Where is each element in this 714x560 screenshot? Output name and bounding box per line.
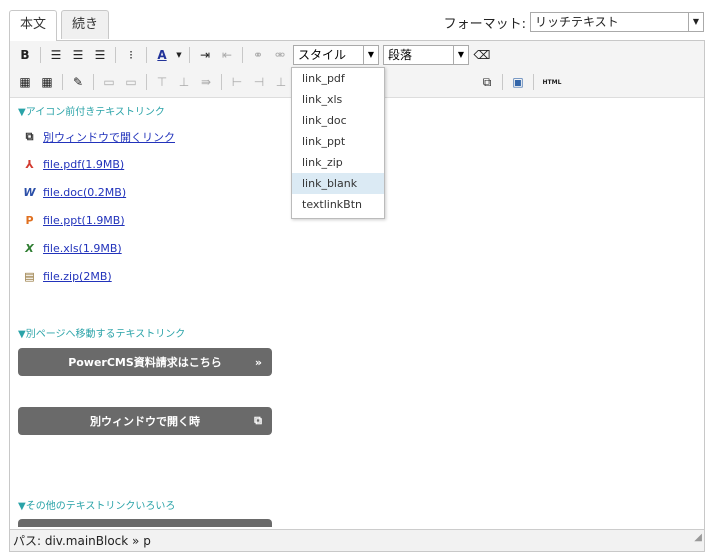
window-icon: ⧉ xyxy=(25,130,34,143)
unlink-icon[interactable]: ⚮ xyxy=(271,46,289,64)
style-select[interactable]: スタイル ▼ xyxy=(293,45,379,65)
toolbar-divider xyxy=(40,47,41,63)
table-props-icon[interactable]: ▭ xyxy=(122,73,140,91)
delete-row-icon[interactable]: ⇛ xyxy=(197,73,215,91)
menu-item-link-doc[interactable]: link_doc xyxy=(292,110,384,131)
toolbar-divider xyxy=(146,47,147,63)
list-item: X file.xls(1.9MB) xyxy=(22,241,122,256)
toolbar-divider xyxy=(221,74,222,90)
window-icon: ⧉ xyxy=(254,414,262,427)
list-item: ⅄ file.pdf(1.9MB) xyxy=(22,157,124,172)
powerpoint-icon: P xyxy=(25,214,34,227)
bullet-list-icon[interactable]: ⁝ xyxy=(122,46,140,64)
editor-tabs: 本文 続き xyxy=(9,10,113,41)
block-select-value: 段落 xyxy=(388,48,413,62)
button-label: 別ウィンドウで開く時 xyxy=(90,415,200,428)
path-status-bar: パス: div.mainBlock » p ◢ xyxy=(10,529,704,551)
double-chevron-right-icon: » xyxy=(254,355,262,369)
chevron-down-icon: ▼ xyxy=(688,13,703,31)
format-label: フォーマット: xyxy=(443,16,526,32)
link-doc[interactable]: file.doc(0.2MB) xyxy=(43,186,126,199)
pdf-icon: ⅄ xyxy=(25,158,34,171)
insert-media-icon[interactable]: ⧉ xyxy=(478,73,496,91)
toolbar-divider xyxy=(502,74,503,90)
toolbar-divider xyxy=(533,74,534,90)
list-item: ▤ file.zip(2MB) xyxy=(22,269,112,284)
align-left-icon[interactable]: ☰ xyxy=(47,46,65,64)
block-format-select[interactable]: 段落 ▼ xyxy=(383,45,469,65)
text-color-icon[interactable]: A xyxy=(153,46,171,64)
excel-icon: X xyxy=(25,242,34,255)
new-window-button[interactable]: 別ウィンドウで開く時 ⧉ xyxy=(18,407,272,435)
html-source-button[interactable]: HTML xyxy=(540,73,564,91)
partial-button[interactable] xyxy=(18,519,272,527)
toolbar-divider xyxy=(242,47,243,63)
link-pdf[interactable]: file.pdf(1.9MB) xyxy=(43,158,124,171)
list-item: W file.doc(0.2MB) xyxy=(22,185,126,200)
link-ppt[interactable]: file.ppt(1.9MB) xyxy=(43,214,125,227)
toolbar-divider xyxy=(189,47,190,63)
outdent-icon[interactable]: ⇤ xyxy=(218,46,236,64)
menu-item-textlinkbtn[interactable]: textlinkBtn xyxy=(292,194,384,215)
toolbar-divider xyxy=(93,74,94,90)
toolbar-divider xyxy=(115,47,116,63)
menu-item-link-zip[interactable]: link_zip xyxy=(292,152,384,173)
table-icon[interactable]: ▭ xyxy=(100,73,118,91)
indent-icon[interactable]: ⇥ xyxy=(196,46,214,64)
paste-word-icon[interactable]: ▦ xyxy=(38,73,56,91)
powercms-request-button[interactable]: PowerCMS資料請求はこちら » xyxy=(18,348,272,376)
bold-button[interactable]: B xyxy=(16,46,34,64)
menu-item-link-pdf[interactable]: link_pdf xyxy=(292,68,384,89)
link-zip[interactable]: file.zip(2MB) xyxy=(43,270,112,283)
tab-body[interactable]: 本文 xyxy=(9,10,58,41)
link-xls[interactable]: file.xls(1.9MB) xyxy=(43,242,122,255)
align-right-icon[interactable]: ☰ xyxy=(91,46,109,64)
paste-text-icon[interactable]: ▦ xyxy=(16,73,34,91)
chevron-down-icon: ▼ xyxy=(453,46,468,64)
section-title-other-links: ▼その他のテキストリンクいろいろ xyxy=(18,501,176,512)
align-center-icon[interactable]: ☰ xyxy=(69,46,87,64)
link-new-window[interactable]: 別ウィンドウで開くリンク xyxy=(43,129,175,145)
edit-icon[interactable]: ✎ xyxy=(69,73,87,91)
word-icon: W xyxy=(23,186,36,199)
list-item: P file.ppt(1.9MB) xyxy=(22,213,125,228)
toolbar-divider xyxy=(146,74,147,90)
chevron-down-icon: ▼ xyxy=(363,46,378,64)
menu-item-link-ppt[interactable]: link_ppt xyxy=(292,131,384,152)
format-select[interactable]: リッチテキスト ▼ xyxy=(530,12,704,32)
toolbar-divider xyxy=(62,74,63,90)
fullscreen-icon[interactable]: ▣ xyxy=(509,73,527,91)
zip-icon: ▤ xyxy=(24,270,35,283)
style-dropdown-menu: link_pdf link_xls link_doc link_ppt link… xyxy=(291,67,385,219)
list-item: ⧉ 別ウィンドウで開くリンク xyxy=(22,129,175,145)
eraser-icon[interactable]: ⌫ xyxy=(473,46,491,64)
row-before-icon[interactable]: ⊤ xyxy=(153,73,171,91)
tab-more[interactable]: 続き xyxy=(61,10,110,39)
delete-col-icon[interactable]: ⊥ xyxy=(272,73,290,91)
section-title-icon-links: ▼アイコン前付きテキストリンク xyxy=(18,107,165,118)
section-title-page-links: ▼別ページへ移動するテキストリンク xyxy=(18,329,186,340)
row-after-icon[interactable]: ⊥ xyxy=(175,73,193,91)
format-select-value: リッチテキスト xyxy=(535,15,619,29)
link-icon[interactable]: ⚭ xyxy=(249,46,267,64)
menu-item-link-blank[interactable]: link_blank xyxy=(292,173,384,194)
menu-item-link-xls[interactable]: link_xls xyxy=(292,89,384,110)
button-label: PowerCMS資料請求はこちら xyxy=(68,356,222,369)
style-select-value: スタイル xyxy=(298,48,347,62)
format-control: フォーマット: リッチテキスト ▼ xyxy=(444,12,704,32)
col-after-icon[interactable]: ⊣ xyxy=(250,73,268,91)
chevron-down-icon[interactable]: ▼ xyxy=(175,46,183,64)
element-path: パス: div.mainBlock » p xyxy=(13,534,151,548)
resize-grip-icon[interactable]: ◢ xyxy=(694,527,702,549)
col-before-icon[interactable]: ⊢ xyxy=(228,73,246,91)
